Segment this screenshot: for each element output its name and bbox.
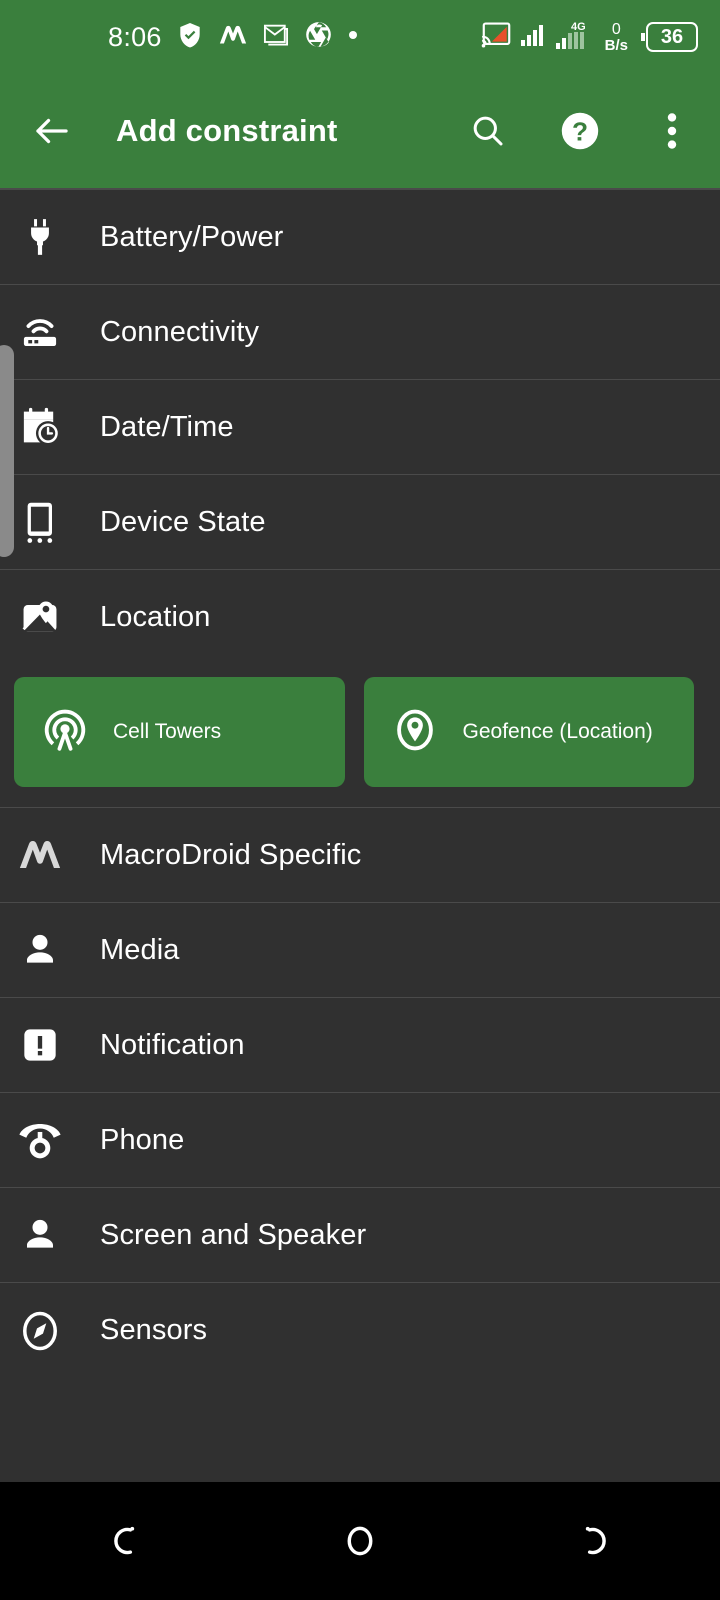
app-bar-actions: ?	[466, 109, 694, 153]
calendar-clock-icon	[14, 401, 66, 453]
status-bar-clock: 8:06	[108, 21, 162, 52]
nav-back-button[interactable]	[60, 1506, 180, 1576]
svg-text:4G: 4G	[571, 21, 586, 33]
page-title: Add constraint	[116, 113, 338, 148]
geofence-pin-icon	[392, 707, 438, 758]
list-item-date-time[interactable]: Date/Time	[0, 380, 720, 475]
signal-bars-icon	[520, 23, 547, 52]
map-pin-icon	[14, 592, 66, 644]
macrodroid-icon	[218, 22, 248, 53]
compass-icon	[14, 1305, 66, 1357]
overflow-menu-icon[interactable]	[650, 109, 694, 153]
list-item-label: Device State	[100, 505, 266, 538]
list-item-device-state[interactable]: Device State	[0, 475, 720, 570]
list-item-screen-and-speaker[interactable]: Screen and Speaker	[0, 1188, 720, 1283]
nav-home-button[interactable]	[300, 1506, 420, 1576]
list-item-label: Battery/Power	[100, 220, 284, 253]
list-item-macrodroid-specific[interactable]: MacroDroid Specific	[0, 808, 720, 903]
data-rate-value: 0	[611, 20, 621, 38]
list-item-battery-power[interactable]: Battery/Power	[0, 190, 720, 285]
chip-label: Cell Towers	[113, 720, 222, 743]
app-bar: Add constraint ?	[0, 74, 720, 188]
list-item-label: Date/Time	[100, 410, 234, 443]
data-rate-unit: B/s	[604, 36, 628, 54]
camera-aperture-icon	[304, 20, 333, 54]
status-bar-left: 8:06	[108, 20, 359, 54]
notification-alert-icon	[14, 1019, 66, 1071]
list-item-label: Connectivity	[100, 315, 260, 348]
person-icon	[14, 924, 66, 976]
location-subcategory-chips: Cell Towers Geofence (Location)	[0, 665, 720, 808]
help-icon[interactable]: ?	[558, 109, 602, 153]
system-navigation-bar	[0, 1482, 720, 1600]
list-item-label: Media	[100, 933, 180, 966]
list-item-notification[interactable]: Notification	[0, 998, 720, 1093]
status-bar-right: 4G 0 B/s 36	[481, 20, 698, 55]
list-item-label: Location	[100, 601, 211, 633]
cast-icon	[481, 21, 512, 54]
battery-percent-label: 36	[660, 25, 684, 48]
person-icon	[14, 1209, 66, 1261]
status-bar: 8:06 4G 0 B/s 36	[0, 0, 720, 74]
cell-tower-icon	[42, 707, 88, 758]
list-item-sensors[interactable]: Sensors	[0, 1283, 720, 1378]
data-rate-indicator: 0 B/s	[604, 20, 628, 54]
list-item-phone[interactable]: Phone	[0, 1093, 720, 1188]
power-plug-icon	[14, 211, 66, 263]
back-arrow-icon[interactable]	[30, 109, 74, 153]
chip-cell-towers[interactable]: Cell Towers	[14, 677, 345, 787]
list-item-location[interactable]: Location	[0, 570, 720, 665]
macrodroid-logo-icon	[14, 829, 66, 881]
signal-bars-4g-icon: 4G	[555, 20, 596, 55]
rotary-phone-icon	[14, 1114, 66, 1166]
list-item-label: Sensors	[100, 1314, 208, 1346]
chip-label: Geofence (Location)	[462, 720, 653, 743]
scrollbar-handle[interactable]	[0, 345, 14, 557]
gmail-icon	[262, 21, 290, 54]
dot-icon	[347, 28, 359, 46]
svg-text:?: ?	[572, 116, 588, 146]
list-item-label: Phone	[100, 1123, 185, 1156]
constraint-category-list: Battery/Power Connectivity Date/Time Dev…	[0, 188, 720, 1482]
router-wifi-icon	[14, 306, 66, 358]
shield-check-icon	[176, 21, 204, 54]
list-item-connectivity[interactable]: Connectivity	[0, 285, 720, 380]
chip-geofence-location[interactable]: Geofence (Location)	[363, 677, 694, 787]
battery-icon: 36	[637, 22, 698, 52]
list-item-media[interactable]: Media	[0, 903, 720, 998]
nav-recents-button[interactable]	[540, 1506, 660, 1576]
list-item-label: MacroDroid Specific	[100, 838, 362, 871]
phone-screen: 8:06 4G 0 B/s 36 Add constraint ? Batter…	[0, 0, 720, 1600]
search-icon[interactable]	[466, 109, 510, 153]
list-item-label: Notification	[100, 1028, 245, 1061]
smartphone-icon	[14, 496, 66, 548]
list-item-label: Screen and Speaker	[100, 1218, 367, 1251]
